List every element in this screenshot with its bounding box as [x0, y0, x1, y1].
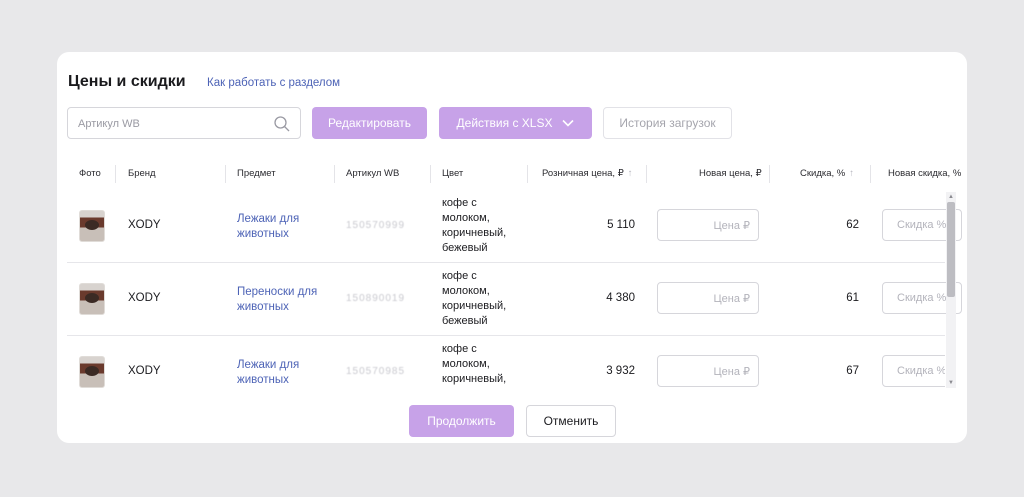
- subject-line: животных: [237, 301, 289, 313]
- color-line: коричневый,: [442, 300, 507, 312]
- article-cell: 150890019: [346, 293, 406, 304]
- retail-price-cell: 4 380: [606, 292, 635, 304]
- cancel-button[interactable]: Отменить: [526, 405, 616, 437]
- chevron-down-icon: [562, 119, 575, 127]
- color-cell: кофе с молоком, коричневый, бежевый: [442, 269, 527, 329]
- color-line: бежевый: [442, 242, 488, 254]
- subject-line: Лежаки для: [237, 359, 300, 371]
- column-divider: [646, 165, 647, 183]
- article-cell: 150570985: [346, 366, 406, 377]
- edit-button[interactable]: Редактировать: [312, 107, 427, 139]
- new-price-input[interactable]: Цена ₽: [657, 282, 759, 314]
- search-input[interactable]: Артикул WB: [67, 107, 301, 139]
- search-placeholder: Артикул WB: [78, 118, 140, 130]
- color-line: бежевый: [442, 315, 488, 327]
- column-divider: [430, 165, 431, 183]
- color-line: кофе с: [442, 270, 477, 282]
- help-link[interactable]: Как работать с разделом: [207, 77, 340, 89]
- scroll-up-icon[interactable]: ▲: [946, 192, 956, 202]
- column-divider: [334, 165, 335, 183]
- column-subject: Предмет: [237, 168, 276, 179]
- xlsx-actions-button[interactable]: Действия с XLSX: [439, 107, 592, 139]
- brand-cell: XODY: [128, 292, 161, 304]
- subject-link[interactable]: Лежаки для животных: [237, 358, 337, 388]
- column-new-discount: Новая скидка, %: [888, 168, 962, 179]
- column-retail-price[interactable]: Розничная цена, ₽ ↑: [542, 168, 633, 179]
- discount-cell: 61: [846, 292, 859, 304]
- column-article: Артикул WB: [346, 168, 400, 179]
- column-divider: [225, 165, 226, 183]
- column-divider: [115, 165, 116, 183]
- table-row: XODY Переноски для животных 150890019 ко…: [67, 263, 962, 335]
- table-row: XODY Лежаки для животных 150570985 кофе …: [67, 336, 945, 388]
- column-new-price: Новая цена, ₽: [699, 168, 762, 179]
- upload-history-button[interactable]: История загрузок: [603, 107, 732, 139]
- continue-button[interactable]: Продолжить: [409, 405, 514, 437]
- brand-cell: XODY: [128, 365, 161, 377]
- product-photo[interactable]: [79, 210, 105, 242]
- table-row: XODY Лежаки для животных 150570999 кофе …: [67, 190, 962, 262]
- color-line: кофе с: [442, 197, 477, 209]
- new-discount-input[interactable]: Скидка %: [882, 355, 945, 387]
- color-cell: кофе с молоком, коричневый, бежевый: [442, 196, 527, 256]
- sort-arrow-icon[interactable]: ↑: [849, 168, 854, 179]
- brand-cell: XODY: [128, 219, 161, 231]
- page-title: Цены и скидки: [68, 73, 186, 90]
- color-cell: кофе с молоком, коричневый,: [442, 342, 527, 387]
- column-discount[interactable]: Скидка, % ↑: [800, 168, 854, 179]
- retail-price-cell: 5 110: [607, 219, 635, 231]
- product-photo[interactable]: [79, 356, 105, 388]
- column-retail-price-label: Розничная цена, ₽: [542, 168, 624, 179]
- scrollbar-thumb[interactable]: [947, 202, 955, 297]
- xlsx-actions-label: Действия с XLSX: [456, 116, 553, 130]
- scroll-down-icon[interactable]: ▼: [946, 378, 956, 388]
- color-line: молоком,: [442, 285, 490, 297]
- color-line: молоком,: [442, 358, 490, 370]
- subject-line: Переноски для: [237, 286, 318, 298]
- discount-cell: 62: [846, 219, 859, 231]
- column-divider: [870, 165, 871, 183]
- table-header: Фото Бренд Предмет Артикул WB Цвет Розни…: [57, 158, 967, 188]
- new-price-input[interactable]: Цена ₽: [657, 209, 759, 241]
- subject-line: животных: [237, 374, 289, 386]
- column-divider: [769, 165, 770, 183]
- article-cell: 150570999: [346, 220, 406, 231]
- color-line: кофе с: [442, 343, 477, 355]
- subject-link[interactable]: Лежаки для животных: [237, 212, 337, 242]
- sort-arrow-icon[interactable]: ↑: [628, 168, 633, 179]
- discount-cell: 67: [846, 365, 859, 377]
- column-discount-label: Скидка, %: [800, 168, 846, 179]
- search-icon[interactable]: [273, 115, 291, 133]
- subject-line: животных: [237, 228, 289, 240]
- column-photo: Фото: [79, 168, 101, 179]
- column-color: Цвет: [442, 168, 464, 179]
- product-photo[interactable]: [79, 283, 105, 315]
- column-divider: [527, 165, 528, 183]
- subject-line: Лежаки для: [237, 213, 300, 225]
- new-price-input[interactable]: Цена ₽: [657, 355, 759, 387]
- color-line: коричневый,: [442, 227, 507, 239]
- subject-link[interactable]: Переноски для животных: [237, 285, 337, 315]
- prices-discounts-panel: Цены и скидки Как работать с разделом Ар…: [57, 52, 967, 443]
- color-line: коричневый,: [442, 373, 507, 385]
- retail-price-cell: 3 932: [606, 365, 635, 377]
- column-brand: Бренд: [128, 168, 156, 179]
- color-line: молоком,: [442, 212, 490, 224]
